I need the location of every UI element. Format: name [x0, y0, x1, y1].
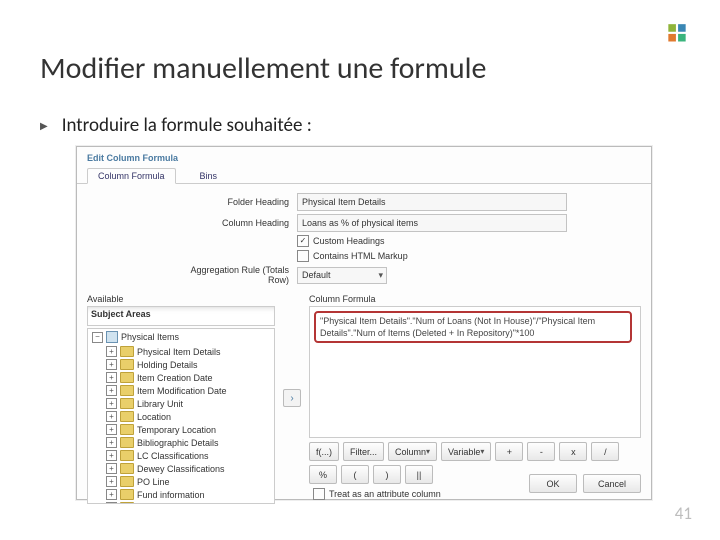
slide-title: Modifier manuellement une formule	[40, 50, 486, 87]
expand-icon[interactable]: +	[106, 489, 117, 500]
folder-icon	[120, 502, 134, 504]
dialog-buttons: OK Cancel	[529, 474, 641, 493]
formula-highlight: "Physical Item Details"."Num of Loans (N…	[314, 311, 632, 343]
logo	[664, 22, 690, 53]
ok-button[interactable]: OK	[529, 474, 577, 493]
expand-icon[interactable]: +	[106, 411, 117, 422]
folder-icon	[120, 489, 134, 500]
folder-icon	[120, 385, 134, 396]
tree-item[interactable]: +Library Unit	[88, 397, 274, 410]
op-rparen[interactable]: )	[373, 465, 401, 484]
op-lparen[interactable]: (	[341, 465, 369, 484]
bullet-marker: ▶	[40, 119, 48, 132]
op-pct[interactable]: %	[309, 465, 337, 484]
cube-icon	[106, 331, 118, 343]
form-area: Folder Heading Physical Item Details Col…	[77, 184, 651, 292]
tree-item[interactable]: +Bibliographic Details	[88, 436, 274, 449]
formula-panel: Column Formula "Physical Item Details"."…	[309, 292, 641, 504]
tree-item[interactable]: +Holding Details	[88, 358, 274, 371]
subject-areas-header[interactable]: Subject Areas	[87, 306, 275, 326]
op-concat[interactable]: ||	[405, 465, 433, 484]
expand-icon[interactable]: +	[106, 476, 117, 487]
folder-heading-input[interactable]: Physical Item Details	[297, 193, 567, 211]
folder-icon	[120, 346, 134, 357]
expand-icon[interactable]: +	[106, 450, 117, 461]
custom-headings-checkbox[interactable]: ✓Custom Headings	[297, 235, 385, 247]
available-label: Available	[87, 292, 275, 306]
folder-heading-label: Folder Heading	[167, 197, 289, 207]
op-plus[interactable]: +	[495, 442, 523, 461]
folder-icon	[120, 359, 134, 370]
expand-icon[interactable]: +	[106, 346, 117, 357]
tree-item[interactable]: +LC Classifications	[88, 449, 274, 462]
tab-column-formula[interactable]: Column Formula	[87, 168, 176, 184]
treat-as-attribute-checkbox[interactable]: Treat as an attribute column	[313, 488, 441, 500]
formula-textarea[interactable]: "Physical Item Details"."Num of Loans (N…	[309, 306, 641, 438]
insert-button[interactable]: ›	[283, 389, 301, 407]
tree-item[interactable]: +PO Line	[88, 475, 274, 488]
contains-html-checkbox[interactable]: Contains HTML Markup	[297, 250, 408, 262]
folder-icon	[120, 463, 134, 474]
aggregation-rule-select[interactable]: Default	[297, 267, 387, 284]
expand-icon[interactable]: +	[106, 385, 117, 396]
tree-item[interactable]: +Dewey Classifications	[88, 462, 274, 475]
variable-dropdown[interactable]: Variable	[441, 442, 491, 461]
cancel-button[interactable]: Cancel	[583, 474, 641, 493]
op-mul[interactable]: x	[559, 442, 587, 461]
folder-icon	[120, 411, 134, 422]
column-heading-label: Column Heading	[167, 218, 289, 228]
insert-column: ›	[283, 292, 301, 504]
dialog-edit-column-formula: Edit Column Formula Column Formula Bins …	[76, 146, 652, 500]
aggregation-rule-label: Aggregation Rule (Totals Row)	[167, 265, 289, 285]
fx-button[interactable]: f(...)	[309, 442, 339, 461]
tree-item[interactable]: +Institution	[88, 501, 274, 504]
expand-icon[interactable]: +	[106, 398, 117, 409]
expand-icon[interactable]: +	[106, 463, 117, 474]
expand-icon[interactable]: +	[106, 424, 117, 435]
folder-icon	[120, 437, 134, 448]
expand-icon[interactable]: +	[106, 359, 117, 370]
expand-icon[interactable]: +	[106, 372, 117, 383]
folder-icon	[120, 450, 134, 461]
page-number: 41	[675, 503, 692, 524]
column-dropdown[interactable]: Column ▾Column	[388, 442, 437, 461]
column-heading-input[interactable]: Loans as % of physical items	[297, 214, 567, 232]
tree-item[interactable]: +Location	[88, 410, 274, 423]
expand-icon[interactable]: +	[106, 502, 117, 504]
tree-item[interactable]: +Item Modification Date	[88, 384, 274, 397]
subject-tree[interactable]: − Physical Items +Physical Item Details …	[87, 328, 275, 504]
tab-bar: Column Formula Bins	[77, 165, 651, 184]
op-div[interactable]: /	[591, 442, 619, 461]
tree-item[interactable]: +Physical Item Details	[88, 345, 274, 358]
bullet-text: Introduire la formule souhaitée :	[62, 114, 312, 137]
tree-parent[interactable]: − Physical Items	[88, 329, 274, 345]
filter-button[interactable]: Filter...	[343, 442, 384, 461]
tab-bins[interactable]: Bins	[190, 169, 228, 183]
folder-icon	[120, 476, 134, 487]
expand-icon[interactable]: +	[106, 437, 117, 448]
folder-icon	[120, 372, 134, 383]
collapse-icon[interactable]: −	[92, 332, 103, 343]
column-formula-label: Column Formula	[309, 292, 641, 306]
available-panel: Available Subject Areas − Physical Items…	[87, 292, 275, 504]
folder-icon	[120, 424, 134, 435]
tree-item[interactable]: +Temporary Location	[88, 423, 274, 436]
tree-item[interactable]: +Item Creation Date	[88, 371, 274, 384]
op-minus[interactable]: -	[527, 442, 555, 461]
dialog-title: Edit Column Formula	[77, 147, 651, 165]
bullet-row: ▶ Introduire la formule souhaitée :	[40, 114, 312, 137]
tree-item[interactable]: +Fund information	[88, 488, 274, 501]
folder-icon	[120, 398, 134, 409]
